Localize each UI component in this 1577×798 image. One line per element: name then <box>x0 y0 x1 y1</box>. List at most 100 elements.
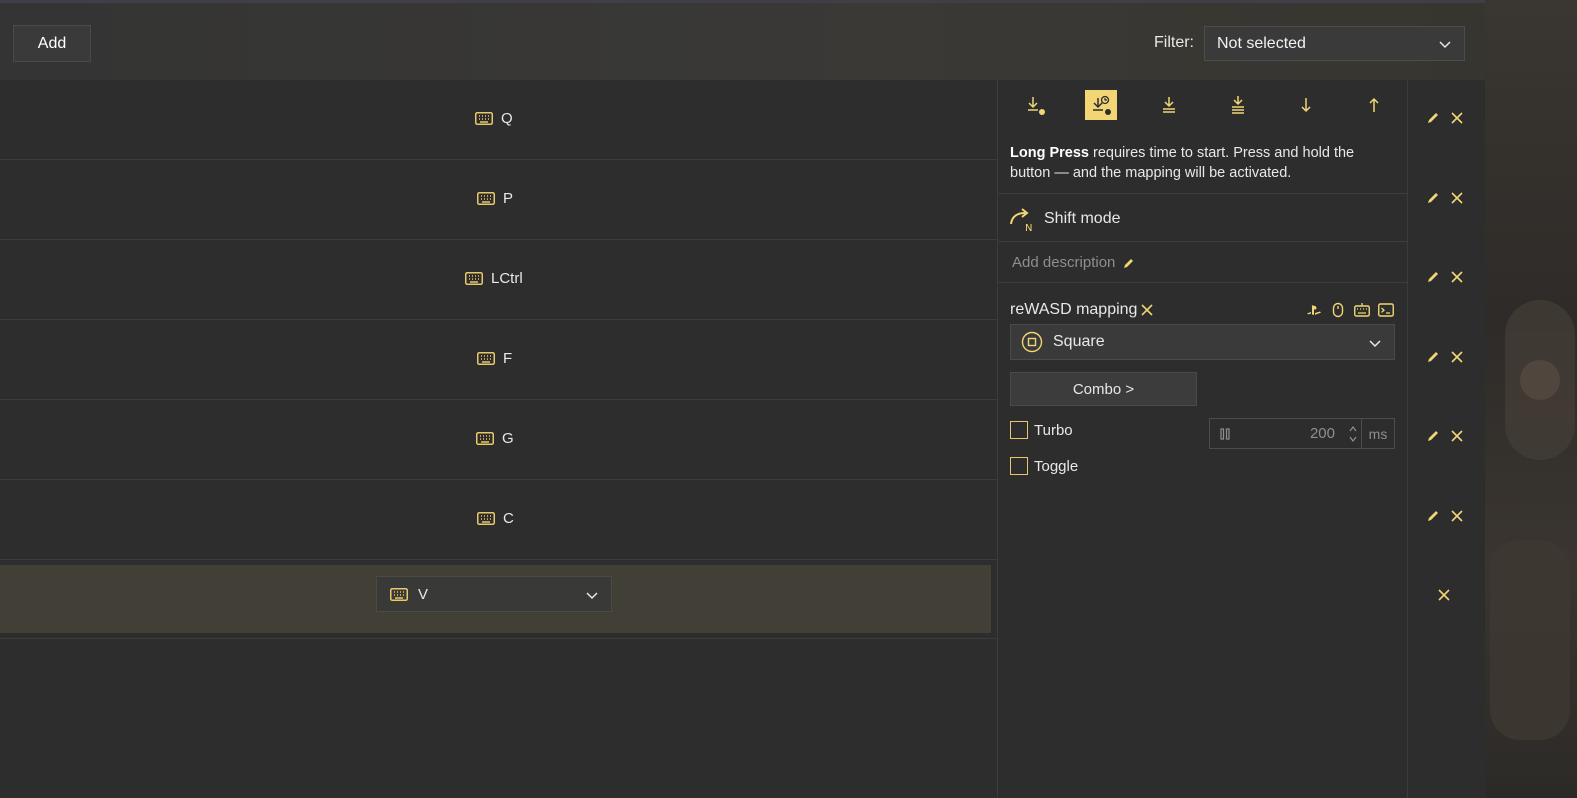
key-label: P <box>503 190 514 207</box>
edit-icon[interactable] <box>1426 350 1440 364</box>
double-press-icon <box>1163 97 1175 113</box>
key-label: F <box>503 350 513 367</box>
mapping-header: reWASD mapping <box>1010 301 1154 319</box>
turbo-delay-value[interactable]: 200 <box>1232 425 1345 442</box>
mapping-key: P <box>477 190 513 207</box>
mapping-key: Q <box>475 110 513 127</box>
mapping-row[interactable]: C <box>0 480 997 560</box>
edit-icon[interactable] <box>1426 270 1440 284</box>
key-label: Q <box>501 110 513 127</box>
mapping-key: C <box>477 510 514 527</box>
keyboard-icon <box>465 272 483 285</box>
mapping-row[interactable]: Q <box>0 80 997 160</box>
edit-icon[interactable] <box>1426 509 1440 523</box>
release-button[interactable] <box>1358 90 1390 120</box>
single-press-icon <box>1028 97 1045 115</box>
chevron-down-icon <box>1369 340 1381 348</box>
keyboard-icon <box>477 512 495 525</box>
row-actions-group <box>1426 350 1464 364</box>
filter-label: Filter: <box>1154 34 1194 51</box>
key-dropdown[interactable]: V <box>376 576 612 612</box>
mapping-settings-panel: Long Press requires time to start. Press… <box>997 80 1408 798</box>
triple-press-button[interactable] <box>1222 90 1254 120</box>
divider <box>998 241 1408 242</box>
add-description-button[interactable]: Add description <box>1012 254 1135 271</box>
mapping-row[interactable]: LCtrl <box>0 240 997 320</box>
toggle-checkbox[interactable] <box>1010 457 1028 475</box>
turbo-delay-stepper[interactable]: 200 ms <box>1209 418 1395 449</box>
chevron-down-icon <box>586 592 598 600</box>
chevron-up-icon[interactable] <box>1348 424 1358 434</box>
mapping-row-selected[interactable]: V <box>0 560 997 639</box>
mapping-key: G <box>476 430 514 447</box>
pause-icon <box>1220 427 1230 440</box>
edit-icon <box>1124 258 1134 268</box>
long-press-icon <box>1093 95 1111 115</box>
row-actions-group <box>1426 111 1464 125</box>
mapping-key: LCtrl <box>465 270 523 287</box>
terminal-icon[interactable] <box>1378 302 1394 318</box>
key-label: G <box>502 430 514 447</box>
close-icon[interactable] <box>1437 588 1451 602</box>
mapping-value: Square <box>1053 333 1105 350</box>
keyboard-icon <box>390 587 408 601</box>
filter-dropdown[interactable]: Not selected <box>1204 26 1465 61</box>
activation-description: Long Press requires time to start. Press… <box>1010 143 1390 183</box>
mouse-icon[interactable] <box>1330 302 1346 318</box>
close-icon[interactable] <box>1450 350 1464 364</box>
mapping-dropdown[interactable]: Square <box>1010 324 1395 360</box>
key-label: V <box>418 585 429 603</box>
mapping-title: reWASD mapping <box>1010 301 1138 318</box>
single-press-button[interactable] <box>1019 90 1051 120</box>
keyboard-icon <box>477 352 495 365</box>
keyboard-icon <box>476 432 494 445</box>
activation-mode-bar <box>1011 90 1396 122</box>
svg-text:N: N <box>1025 223 1032 232</box>
double-press-button[interactable] <box>1153 90 1185 120</box>
close-icon[interactable] <box>1450 111 1464 125</box>
close-icon[interactable] <box>1450 509 1464 523</box>
background-artwork <box>1485 0 1577 798</box>
activation-mode-name: Long Press <box>1010 145 1089 161</box>
close-icon[interactable] <box>1450 191 1464 205</box>
close-icon[interactable] <box>1450 429 1464 443</box>
release-icon <box>1369 97 1379 112</box>
chevron-down-icon[interactable] <box>1348 434 1358 444</box>
playstation-icon[interactable] <box>1306 302 1322 318</box>
toolbar: Add Filter: Not selected <box>0 0 1485 80</box>
mapping-list: Q P LCtrl F G C V <box>0 80 997 639</box>
turbo-option[interactable]: Turbo <box>1010 421 1073 439</box>
keyboard-icon <box>475 112 493 125</box>
keyboard-icon <box>477 192 495 205</box>
mapping-row[interactable]: F <box>0 320 997 400</box>
filter-value: Not selected <box>1217 34 1306 52</box>
mapping-key: F <box>477 350 512 367</box>
close-icon[interactable] <box>1140 303 1154 317</box>
turbo-checkbox[interactable] <box>1010 421 1028 439</box>
row-actions-group <box>1426 191 1464 205</box>
combo-button[interactable]: Combo > <box>1010 372 1197 406</box>
key-label: LCtrl <box>491 270 523 287</box>
keyboard-icon[interactable] <box>1354 302 1370 318</box>
edit-icon[interactable] <box>1426 191 1440 205</box>
triple-press-icon <box>1232 96 1244 114</box>
turbo-label: Turbo <box>1034 421 1073 439</box>
mapping-row[interactable]: G <box>0 400 997 480</box>
close-icon[interactable] <box>1450 270 1464 284</box>
toggle-option[interactable]: Toggle <box>1010 457 1078 475</box>
mapping-row[interactable]: P <box>0 160 997 240</box>
row-actions-group <box>1437 588 1451 602</box>
start-press-button[interactable] <box>1290 90 1322 120</box>
start-press-icon <box>1301 98 1311 113</box>
shift-mode-button[interactable]: N Shift mode <box>1008 206 1120 232</box>
device-type-icons <box>1306 302 1394 318</box>
add-button[interactable]: Add <box>13 25 91 62</box>
row-actions-group <box>1426 429 1464 443</box>
divider <box>998 193 1408 194</box>
edit-icon[interactable] <box>1426 429 1440 443</box>
long-press-button[interactable] <box>1085 90 1117 120</box>
stepper-arrows[interactable] <box>1345 419 1362 448</box>
turbo-delay-unit: ms <box>1368 425 1388 442</box>
row-actions-group <box>1426 270 1464 284</box>
edit-icon[interactable] <box>1426 111 1440 125</box>
